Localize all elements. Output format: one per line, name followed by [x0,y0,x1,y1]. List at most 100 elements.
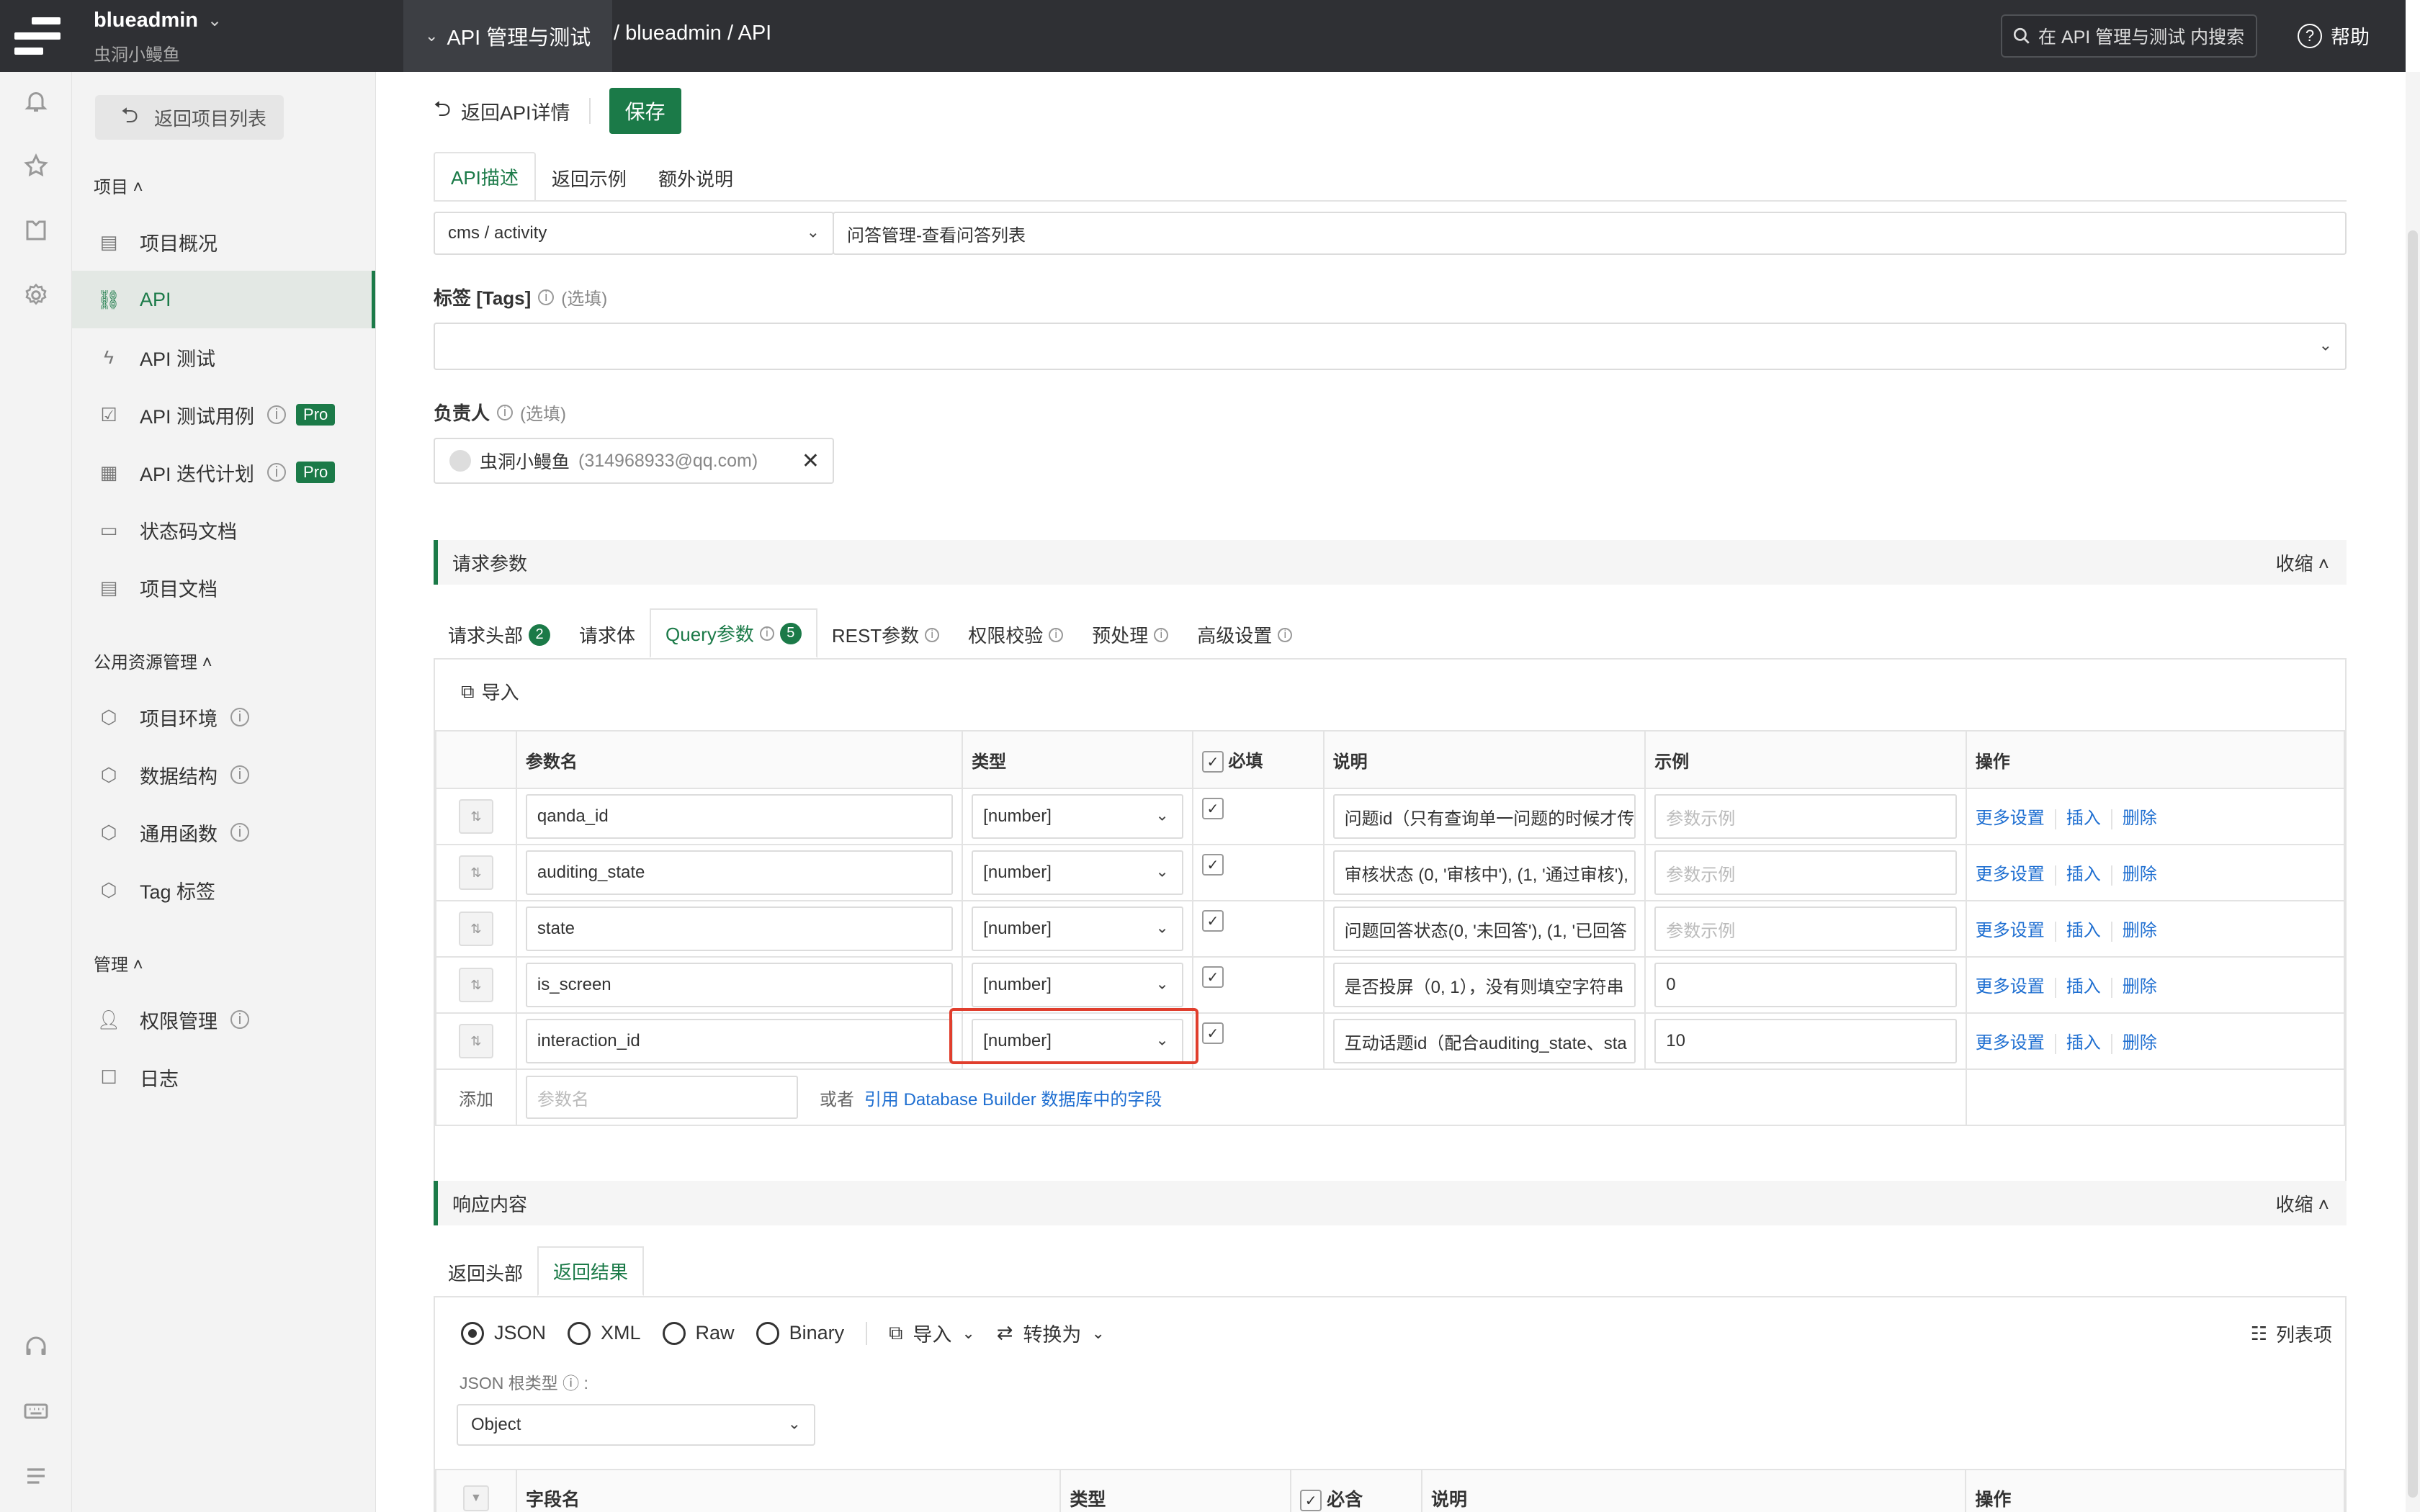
sidebar-item-api-test[interactable]: ϟ API 测试 [72,328,375,386]
scrollbar-thumb[interactable] [2408,230,2418,1498]
param-name-input[interactable]: state [525,906,954,951]
tab-request-headers[interactable]: 请求头部 2 [434,611,565,658]
back-to-api-detail-button[interactable]: ⮌ 返回API详情 [434,93,570,130]
param-desc-input[interactable]: 是否投屏（0, 1），没有则填空字符串 [1332,963,1636,1007]
shirt-icon[interactable] [22,217,50,246]
sidebar-item-test-cases[interactable]: ☑ API 测试用例 i Pro [72,386,375,444]
insert-link[interactable]: 插入 [2066,1033,2101,1053]
section-project[interactable]: 项目 ˄ [94,173,143,198]
delete-link[interactable]: 删除 [2123,865,2157,884]
more-settings-link[interactable]: 更多设置 [1976,865,2045,884]
menu-icon[interactable] [22,1463,50,1492]
chevron-down-icon[interactable]: ⌄ [207,10,222,31]
new-param-name-input[interactable]: 参数名 [525,1076,798,1119]
bell-icon[interactable] [22,88,50,117]
sidebar-item-permissions[interactable]: 👤︎ 权限管理 i [72,991,375,1048]
more-settings-link[interactable]: 更多设置 [1976,1033,2045,1053]
category-select[interactable]: cms / activity ⌄ [434,212,834,255]
sidebar-item-functions[interactable]: ⬡ 通用函数 i [72,804,375,861]
param-type-select[interactable]: [number] ⌄ [972,794,1183,839]
tags-select[interactable]: ⌄ [434,323,2347,370]
param-example-input[interactable]: 参数示例 [1654,906,1957,951]
delete-link[interactable]: 删除 [2123,921,2157,940]
api-name-input[interactable]: 问答管理-查看问答列表 [833,212,2347,255]
info-icon[interactable]: i [538,289,555,305]
delete-link[interactable]: 删除 [2123,977,2157,996]
tab-return-example[interactable]: 返回示例 [536,155,642,202]
sidebar-item-logs[interactable]: ☐ 日志 [72,1048,375,1106]
info-icon[interactable]: i [230,1010,249,1029]
param-name-input[interactable]: auditing_state [525,850,954,895]
tab-response-body[interactable]: 返回结果 [537,1246,645,1296]
more-settings-link[interactable]: 更多设置 [1976,921,2045,940]
collapse-request-button[interactable]: 收缩 ˄ [2276,549,2329,576]
required-checkbox[interactable]: ✓ [1201,966,1224,988]
insert-link[interactable]: 插入 [2066,977,2101,996]
param-example-input[interactable]: 10 [1654,1019,1957,1063]
sidebar-item-iteration[interactable]: ▦ API 迭代计划 i Pro [72,444,375,501]
info-icon[interactable]: i [230,765,249,784]
info-icon[interactable]: i [497,404,514,420]
required-checkbox[interactable]: ✓ [1201,910,1224,932]
checkbox-checked[interactable]: ✓ [1201,751,1224,773]
drag-handle-icon[interactable]: ⇅ [458,1024,493,1058]
tab-extra-notes[interactable]: 额外说明 [642,155,749,202]
param-name-input[interactable]: qanda_id [525,794,954,839]
insert-link[interactable]: 插入 [2066,865,2101,884]
sidebar-item-schema[interactable]: ⬡ 数据结构 i [72,746,375,804]
delete-link[interactable]: 删除 [2123,1033,2157,1053]
param-example-input[interactable]: 0 [1654,963,1957,1007]
headset-icon[interactable] [22,1333,50,1362]
star-icon[interactable] [22,153,50,181]
checkbox-checked[interactable]: ✓ [1300,1490,1322,1512]
page-scrollbar[interactable] [2406,72,2420,1512]
section-public-resources[interactable]: 公用资源管理 ˄ [94,648,212,673]
more-settings-link[interactable]: 更多设置 [1976,977,2045,996]
drag-handle-icon[interactable]: ⇅ [458,799,493,834]
import-dropdown[interactable]: ⧉ 导入 ⌄ [889,1319,975,1347]
radio-json[interactable]: JSON [461,1321,546,1345]
owner-select[interactable]: 虫洞小鳗鱼 (314968933@qq.com) ✕ [434,438,834,484]
param-type-select[interactable]: [number] ⌄ [972,850,1183,895]
param-type-select[interactable]: [number] ⌄ [972,963,1183,1007]
close-icon[interactable]: ✕ [802,449,820,474]
database-builder-link[interactable]: 引用 Database Builder 数据库中的字段 [864,1085,1162,1110]
info-icon[interactable]: i [267,463,287,482]
column-header-required[interactable]: ✓ 必填 [1191,730,1325,789]
param-desc-input[interactable]: 审核状态 (0, '审核中'), (1, '通过审核'), [1332,850,1636,895]
column-header-required[interactable]: ✓ 必含 [1290,1469,1422,1512]
radio-xml[interactable]: XML [568,1321,641,1345]
required-checkbox[interactable]: ✓ [1201,854,1224,876]
sidebar-item-api[interactable]: ⛓ API [72,271,375,328]
param-name-input[interactable]: interaction_id [525,1019,954,1063]
param-type-select[interactable]: [number] ⌄ [972,906,1183,951]
keyboard-icon[interactable] [22,1398,50,1427]
tab-request-body[interactable]: 请求体 [565,611,650,658]
tab-rest-params[interactable]: REST参数 i [817,611,954,658]
drag-handle-icon[interactable]: ⇅ [458,855,493,890]
column-items-button[interactable]: ☷ 列表项 [2251,1320,2332,1347]
import-button[interactable]: ⧉ 导入 [461,678,519,705]
sidebar-item-status-codes[interactable]: ▭ 状态码文档 [72,501,375,559]
insert-link[interactable]: 插入 [2066,921,2101,940]
param-desc-input[interactable]: 互动话题id（配合auditing_state、sta [1332,1019,1636,1063]
tab-preprocess[interactable]: 预处理 i [1077,611,1183,658]
sidebar-item-docs[interactable]: ▤ 项目文档 [72,559,375,616]
section-manage[interactable]: 管理 ˄ [94,950,143,976]
param-example-input[interactable]: 参数示例 [1654,850,1957,895]
param-desc-input[interactable]: 问题回答状态(0, '未回答'), (1, '已回答 [1332,906,1636,951]
radio-raw[interactable]: Raw [662,1321,735,1345]
help-button[interactable]: ? 帮助 [2298,22,2370,50]
required-checkbox[interactable]: ✓ [1201,798,1224,819]
drag-handle-icon[interactable]: ⇅ [458,912,493,946]
back-to-projects-button[interactable]: ⮌ 返回项目列表 [95,95,284,140]
param-desc-input[interactable]: 问题id（只有查询单一问题的时候才传 [1332,794,1636,839]
radio-binary[interactable]: Binary [756,1321,844,1345]
delete-link[interactable]: 删除 [2123,809,2157,828]
required-checkbox[interactable]: ✓ [1201,1022,1224,1044]
param-example-input[interactable]: 参数示例 [1654,794,1957,839]
tab-query-params[interactable]: Query参数 i 5 [650,608,817,658]
more-settings-link[interactable]: 更多设置 [1976,809,2045,828]
tab-response-headers[interactable]: 返回头部 [434,1249,537,1296]
module-switcher[interactable]: ⌄ API 管理与测试 [403,0,613,72]
